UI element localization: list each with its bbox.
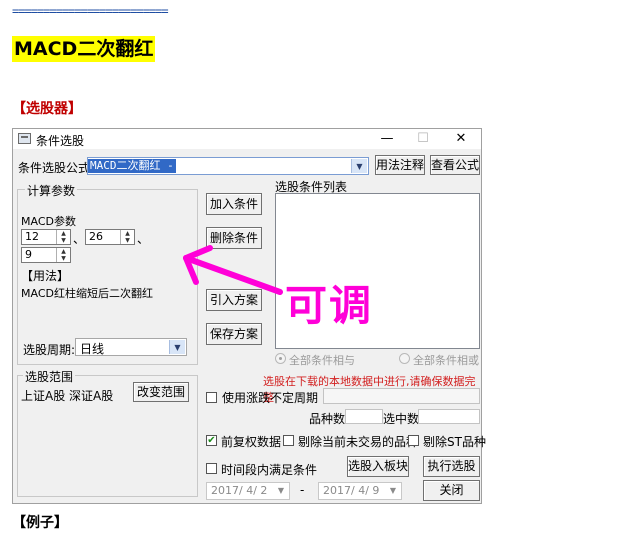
chevron-down-icon[interactable]: ▼ <box>275 485 287 496</box>
date-from-picker[interactable]: 2017/ 4/ 2 ▼ <box>206 482 290 500</box>
formula-label: 条件选股公式 <box>18 161 91 175</box>
date-dash: - <box>300 483 305 497</box>
window-icon <box>18 133 31 144</box>
selector-heading: 【选股器】 <box>12 101 82 117</box>
exclude-untraded-checkbox[interactable] <box>283 435 294 446</box>
view-formula-button[interactable]: 查看公式 <box>430 155 480 175</box>
period-label: 选股周期: <box>23 343 76 357</box>
close-button[interactable]: 关闭 <box>423 480 480 501</box>
chevron-down-icon[interactable]: ▼ <box>351 159 367 173</box>
example-heading: 【例子】 <box>12 515 68 531</box>
chevron-down-icon[interactable]: ▼ <box>169 340 185 354</box>
save-scheme-button[interactable]: 保存方案 <box>206 323 262 345</box>
count-label: 品种数 <box>309 412 346 426</box>
radio-and[interactable] <box>275 353 286 364</box>
minimize-button[interactable]: — <box>369 129 405 149</box>
spinner-arrows-icon[interactable]: ▲ ▼ <box>56 248 70 262</box>
uncertain-period-checkbox[interactable] <box>206 392 217 403</box>
usage-heading: 【用法】 <box>21 269 70 283</box>
window-title: 条件选股 <box>36 134 85 148</box>
count-field <box>345 409 383 424</box>
params-group-label: 计算参数 <box>25 182 78 199</box>
close-icon[interactable]: ✕ <box>443 129 479 149</box>
param-3-spinner[interactable]: 9 ▲ ▼ <box>21 247 71 263</box>
exclude-untraded-label: 剔除当前未交易的品种 <box>298 435 419 449</box>
spinner-arrows-icon[interactable]: ▲ ▼ <box>120 230 134 244</box>
selected-count-label: 选中数 <box>383 412 420 426</box>
exclude-st-label: 剔除ST品种 <box>423 435 486 449</box>
period-input[interactable] <box>323 388 480 404</box>
separator-line: ========================= <box>12 4 169 18</box>
formula-select-value: MACD二次翻红 - <box>88 159 176 173</box>
usage-notes-button[interactable]: 用法注释 <box>375 155 425 175</box>
period-value: 日线 <box>80 342 105 356</box>
param-2-spinner[interactable]: 26 ▲ ▼ <box>85 229 135 245</box>
adjusted-data-label: 前复权数据 <box>221 435 282 449</box>
execute-selection-button[interactable]: 执行选股 <box>423 456 480 477</box>
date-from-value: 2017/ 4/ 2 <box>211 484 268 497</box>
radio-or[interactable] <box>399 353 410 364</box>
annotation-text: 可调 <box>285 281 374 330</box>
select-to-block-button[interactable]: 选股入板块 <box>347 456 409 477</box>
params-name: MACD参数 <box>21 215 76 228</box>
formula-select[interactable]: MACD二次翻红 - ▼ <box>87 157 369 175</box>
radio-and-label: 全部条件相与 <box>289 354 355 367</box>
exclude-st-checkbox[interactable] <box>408 435 419 446</box>
time-range-label: 时间段内满足条件 <box>221 463 318 477</box>
param-separator: 、 <box>73 232 86 246</box>
selected-count-field <box>418 409 480 424</box>
chevron-down-icon[interactable]: ▼ <box>387 485 399 496</box>
time-range-checkbox[interactable] <box>206 463 217 474</box>
spinner-arrows-icon[interactable]: ▲ ▼ <box>56 230 70 244</box>
radio-or-label: 全部条件相或 <box>413 354 479 367</box>
adjusted-data-checkbox[interactable]: ✔ <box>206 435 217 446</box>
usage-text: MACD红柱缩短后二次翻红 <box>21 287 153 300</box>
range-value: 上证A股 深证A股 <box>21 389 114 403</box>
param-2-value: 26 <box>89 230 103 243</box>
change-range-button[interactable]: 改变范围 <box>133 382 189 402</box>
param-separator: 、 <box>137 232 150 246</box>
date-to-value: 2017/ 4/ 9 <box>323 484 380 497</box>
uncertain-period-label: 使用涨跌不定周期 <box>222 391 319 405</box>
annotation-arrow-icon <box>183 245 283 295</box>
title-bar: 条件选股 — ☐ ✕ <box>13 129 481 149</box>
add-condition-button[interactable]: 加入条件 <box>206 193 262 215</box>
period-select[interactable]: 日线 ▼ <box>75 338 187 356</box>
param-3-value: 9 <box>25 248 32 261</box>
article-title: MACD二次翻红 <box>12 36 156 62</box>
date-to-picker[interactable]: 2017/ 4/ 9 ▼ <box>318 482 402 500</box>
range-group-label: 选股范围 <box>23 368 76 385</box>
param-1-value: 12 <box>25 230 39 243</box>
maximize-button[interactable]: ☐ <box>405 129 441 149</box>
param-1-spinner[interactable]: 12 ▲ ▼ <box>21 229 71 245</box>
